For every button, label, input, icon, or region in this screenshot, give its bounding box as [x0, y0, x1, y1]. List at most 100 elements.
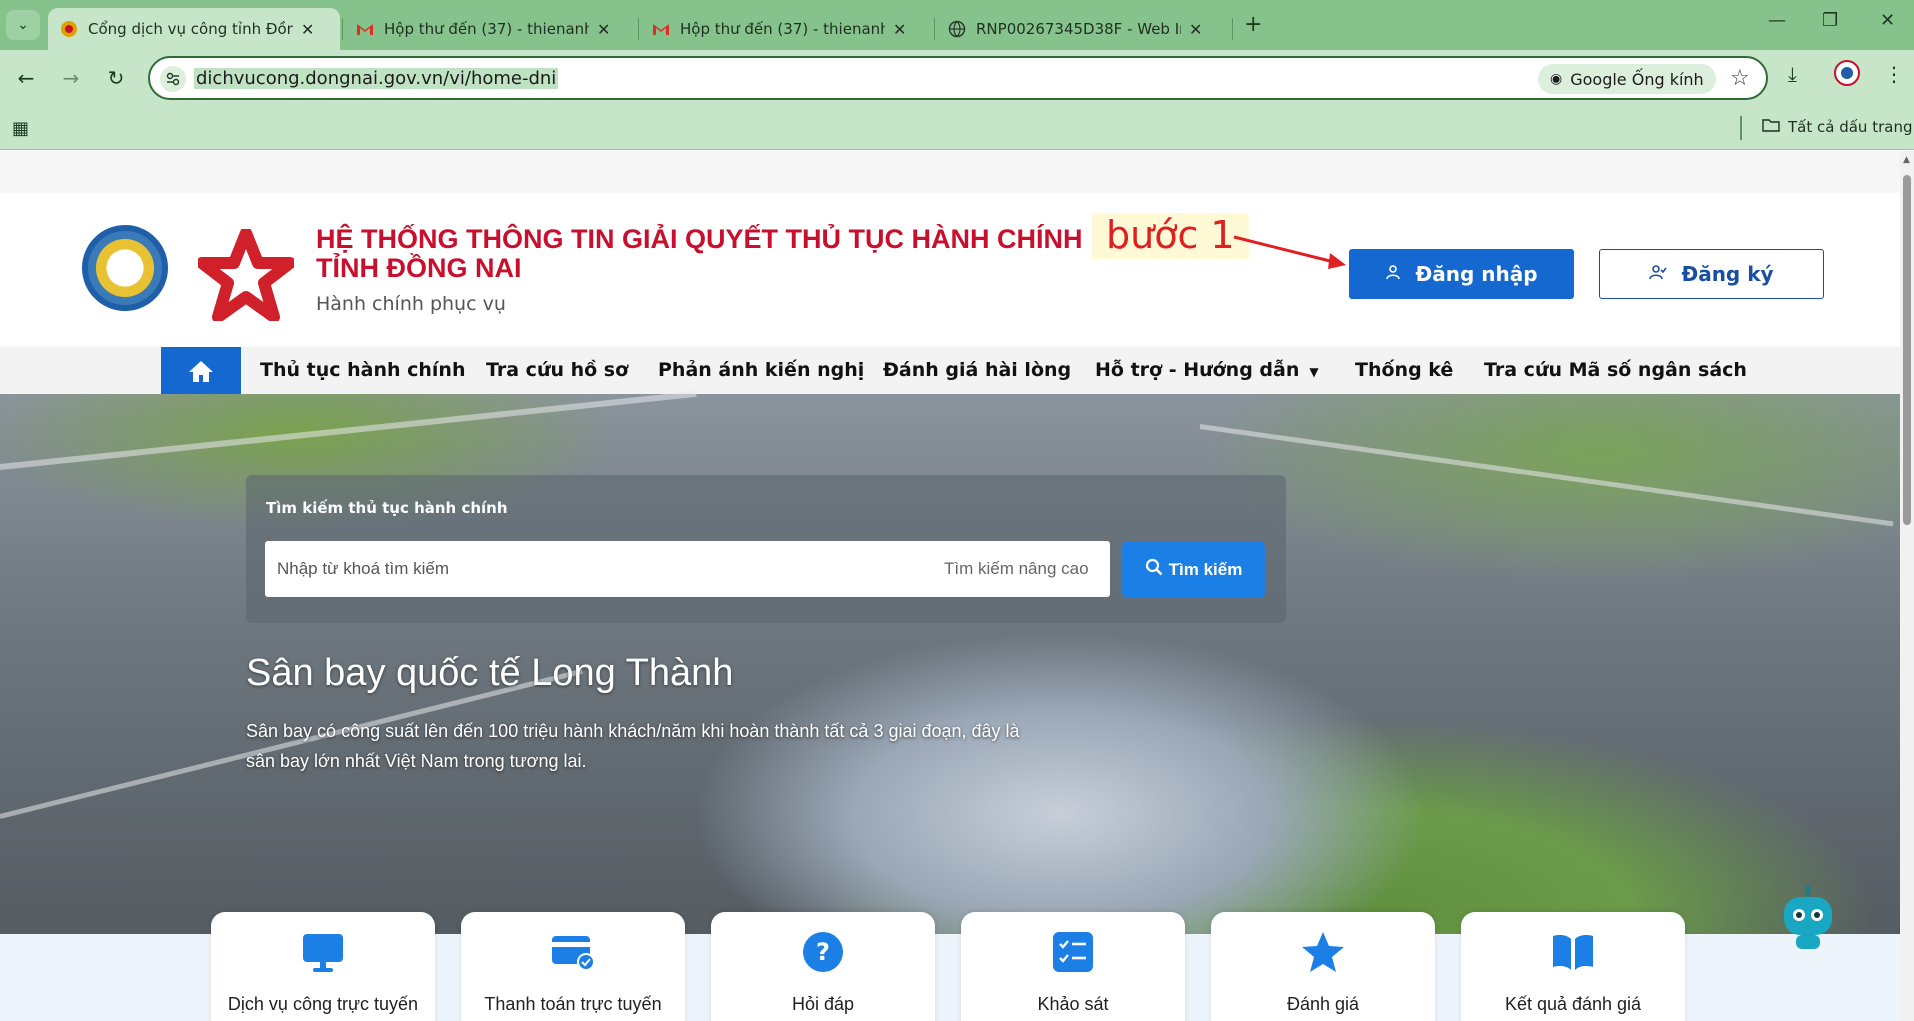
- window-close-icon[interactable]: ✕: [1880, 10, 1895, 31]
- gmail-icon: [356, 20, 374, 38]
- tab-title: Hộp thư đến (37) - thienanhcao: [680, 20, 885, 38]
- card-label: Dịch vụ công trực tuyến: [227, 994, 419, 1014]
- register-label: Đăng ký: [1681, 262, 1774, 286]
- hero-runway-line: [1199, 424, 1894, 527]
- card-label: Hỏi đáp: [791, 994, 855, 1014]
- annotation-arrow-icon: [1233, 235, 1346, 269]
- minimize-icon[interactable]: —: [1768, 10, 1786, 31]
- tab-search-button[interactable]: ⌄: [6, 10, 40, 40]
- card-label: Kết quả đánh giá: [1504, 994, 1642, 1014]
- profile-avatar[interactable]: [1834, 60, 1860, 91]
- payment-card-icon: [461, 930, 685, 978]
- menu-item-danh-gia[interactable]: Đánh giá hài lòng: [883, 359, 1071, 381]
- url-text[interactable]: dichvucong.dongnai.gov.vn/vi/home-dni: [194, 68, 559, 89]
- folder-icon: [1762, 118, 1780, 136]
- card-rating[interactable]: Đánh giá: [1211, 912, 1435, 1021]
- tab-title: Cổng dịch vụ công tỉnh Đồng Nai: [88, 20, 293, 38]
- dongnai-favicon-icon: [60, 20, 78, 38]
- card-rating-results[interactable]: Kết quả đánh giá: [1461, 912, 1685, 1021]
- login-label: Đăng nhập: [1415, 262, 1538, 286]
- bookmarks-bar: ▦ Tất cả dấu trang: [0, 108, 1914, 150]
- hero-description: Sân bay có công suất lên đến 100 triệu h…: [246, 721, 1020, 771]
- globe-icon: [948, 20, 966, 38]
- tab-separator: [638, 18, 639, 40]
- menu-item-tra-cuu-ho-so[interactable]: Tra cứu hồ sơ: [486, 359, 628, 381]
- card-online-payment[interactable]: Thanh toán trực tuyến: [461, 912, 685, 1021]
- advanced-search-link[interactable]: Tìm kiếm nâng cao: [944, 559, 1089, 579]
- close-icon[interactable]: ✕: [1189, 20, 1202, 39]
- star-icon: [1211, 930, 1435, 978]
- tab-dongnai[interactable]: Cổng dịch vụ công tỉnh Đồng Nai ✕: [48, 8, 340, 50]
- dongnai-province-logo: [82, 225, 168, 311]
- search-label: Tìm kiếm thủ tục hành chính: [266, 499, 508, 517]
- reload-icon[interactable]: ↻: [100, 62, 132, 94]
- menu-item-thu-tuc[interactable]: Thủ tục hành chính: [260, 359, 465, 381]
- step-annotation: bước 1: [1092, 213, 1249, 259]
- card-label: Đánh giá: [1286, 994, 1360, 1014]
- card-online-service[interactable]: Dịch vụ công trực tuyến: [211, 912, 435, 1021]
- menu-item-phan-anh[interactable]: Phản ánh kiến nghị: [658, 359, 864, 381]
- card-label: Khảo sát: [1037, 994, 1109, 1014]
- menu-item-ho-tro-label: Hỗ trợ - Hướng dẫn: [1095, 359, 1300, 381]
- forward-arrow-icon[interactable]: →: [55, 62, 87, 94]
- user-icon: [1385, 264, 1401, 284]
- tab-gmail-1[interactable]: Hộp thư đến (37) - thienanhcao ✕: [344, 8, 636, 50]
- search-panel: Tìm kiếm thủ tục hành chính Tìm kiếm nân…: [246, 475, 1286, 623]
- kebab-menu-icon[interactable]: ⋮: [1884, 62, 1904, 86]
- site-header: HỆ THỐNG THÔNG TIN GIẢI QUYẾT THỦ TỤC HÀ…: [0, 193, 1900, 347]
- chatbot-robot-icon[interactable]: [1780, 885, 1836, 951]
- scroll-up-arrow-icon[interactable]: ▲: [1903, 155, 1910, 165]
- tab-title: RNP00267345D38F - Web Image: [976, 20, 1181, 38]
- browser-toolbar: ← → ↻ dichvucong.dongnai.gov.vn/vi/home-…: [0, 50, 1914, 108]
- chevron-down-icon: ⌄: [17, 17, 29, 33]
- all-bookmarks-button[interactable]: Tất cả dấu trang: [1762, 118, 1912, 136]
- browser-tab-bar: ⌄ Cổng dịch vụ công tỉnh Đồng Nai ✕ Hộp …: [0, 0, 1914, 50]
- card-survey[interactable]: Khảo sát: [961, 912, 1185, 1021]
- system-subtitle: Hành chính phục vụ: [316, 293, 506, 315]
- bookmark-star-icon[interactable]: ☆: [1730, 66, 1750, 91]
- lens-label: Google Ống kính: [1570, 69, 1704, 89]
- card-faq[interactable]: ? Hỏi đáp: [711, 912, 935, 1021]
- public-service-star-logo: [198, 229, 294, 321]
- question-icon: ?: [711, 930, 935, 978]
- page-viewport: HỆ THỐNG THÔNG TIN GIẢI QUYẾT THỦ TỤC HÀ…: [0, 151, 1900, 1021]
- menu-item-ho-tro[interactable]: Hỗ trợ - Hướng dẫn ▼: [1095, 359, 1319, 381]
- address-bar[interactable]: dichvucong.dongnai.gov.vn/vi/home-dni ◉ …: [148, 56, 1768, 100]
- bookmarks-separator: [1740, 116, 1742, 140]
- menu-item-ma-so[interactable]: Tra cứu Mã số ngân sách: [1484, 359, 1747, 381]
- page-scrollbar[interactable]: ▲: [1900, 151, 1914, 1021]
- tab-gmail-2[interactable]: Hộp thư đến (37) - thienanhcao ✕: [640, 8, 932, 50]
- site-settings-icon[interactable]: [160, 66, 186, 92]
- close-icon[interactable]: ✕: [301, 20, 314, 39]
- tab-separator: [1232, 18, 1233, 40]
- close-icon[interactable]: ✕: [893, 20, 906, 39]
- restore-icon[interactable]: ❐: [1822, 10, 1838, 31]
- system-title-line1: HỆ THỐNG THÔNG TIN GIẢI QUYẾT THỦ TỤC HÀ…: [316, 224, 1083, 254]
- scrollbar-thumb[interactable]: [1903, 175, 1911, 525]
- tab-web-image[interactable]: RNP00267345D38F - Web Image ✕: [936, 8, 1228, 50]
- search-icon: [1145, 558, 1163, 581]
- hero-runway-line: [0, 390, 697, 470]
- caret-down-icon: ▼: [1309, 365, 1319, 379]
- login-button[interactable]: Đăng nhập: [1349, 249, 1574, 299]
- new-tab-plus-icon[interactable]: +: [1244, 12, 1262, 37]
- register-button[interactable]: Đăng ký: [1599, 249, 1824, 299]
- search-button[interactable]: Tìm kiếm: [1122, 541, 1265, 598]
- all-bookmarks-label: Tất cả dấu trang: [1788, 118, 1913, 136]
- apps-grid-icon[interactable]: ▦: [12, 118, 29, 139]
- svg-text:?: ?: [816, 938, 830, 966]
- gmail-icon: [652, 20, 670, 38]
- system-title: HỆ THỐNG THÔNG TIN GIẢI QUYẾT THỦ TỤC HÀ…: [316, 225, 1096, 283]
- download-icon[interactable]: ⤓: [1788, 62, 1797, 86]
- google-lens-button[interactable]: ◉ Google Ống kính: [1538, 64, 1716, 94]
- top-strip: [0, 151, 1900, 193]
- lens-icon: ◉: [1550, 71, 1563, 87]
- hero-title: Sân bay quốc tế Long Thành: [246, 652, 734, 694]
- tab-separator: [342, 18, 343, 40]
- menu-item-thong-ke[interactable]: Thống kê: [1355, 359, 1453, 381]
- home-button[interactable]: [161, 347, 241, 394]
- book-icon: [1461, 930, 1685, 978]
- back-arrow-icon[interactable]: ←: [10, 62, 42, 94]
- main-menu: Thủ tục hành chính Tra cứu hồ sơ Phản án…: [0, 347, 1900, 394]
- close-icon[interactable]: ✕: [597, 20, 610, 39]
